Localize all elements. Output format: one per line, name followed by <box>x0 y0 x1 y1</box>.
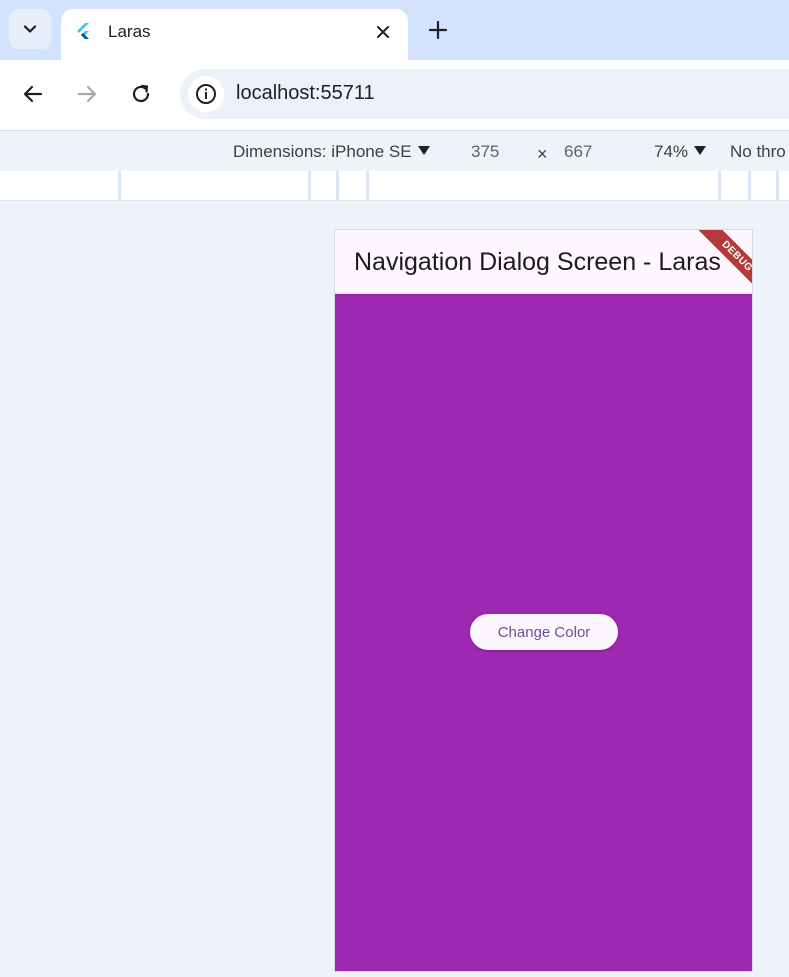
browser-toolbar: localhost:55711 <box>0 60 789 131</box>
ruler-segment[interactable] <box>748 171 751 200</box>
device-viewport: Navigation Dialog Screen - Laras DEBUG C… <box>335 230 752 971</box>
info-icon <box>196 84 216 104</box>
ruler-segment[interactable] <box>366 171 369 200</box>
zoom-label: 74% <box>654 142 689 161</box>
media-query-ruler <box>0 171 789 201</box>
arrow-back-icon <box>23 85 43 103</box>
ruler-segment[interactable] <box>336 171 339 200</box>
width-input[interactable]: 375 <box>471 142 499 162</box>
device-toolbar: Dimensions: iPhone SE 375 × 667 74% No t… <box>0 131 789 172</box>
app-title: Navigation Dialog Screen - Laras <box>354 248 721 276</box>
browser-tab[interactable]: Laras <box>61 9 408 61</box>
new-tab-button[interactable] <box>424 16 452 44</box>
height-input[interactable]: 667 <box>564 142 592 162</box>
chevron-down-icon <box>23 25 37 33</box>
tab-close-button[interactable] <box>370 19 396 45</box>
back-button[interactable] <box>16 77 50 111</box>
caret-down-icon <box>694 146 707 156</box>
zoom-dropdown[interactable]: 74% <box>654 142 707 162</box>
change-color-button[interactable]: Change Color <box>470 614 618 650</box>
reload-icon <box>132 84 150 103</box>
app-bar: Navigation Dialog Screen - Laras <box>335 230 752 294</box>
ruler-segment[interactable] <box>308 171 311 200</box>
address-bar[interactable]: localhost:55711 <box>180 69 789 119</box>
ruler-segment[interactable] <box>718 171 721 200</box>
reload-button[interactable] <box>124 77 158 111</box>
dimensions-dropdown[interactable]: Dimensions: iPhone SE <box>233 142 430 162</box>
times-icon: × <box>537 144 548 164</box>
dimensions-label: Dimensions: iPhone SE <box>233 142 412 161</box>
ruler-segment[interactable] <box>118 171 121 200</box>
caret-down-icon <box>417 146 430 156</box>
throttle-dropdown[interactable]: No thro <box>730 142 786 162</box>
tab-strip: Laras <box>0 0 789 61</box>
ruler-segment[interactable] <box>776 171 779 200</box>
site-info-button[interactable] <box>188 76 224 112</box>
close-icon <box>377 26 389 38</box>
forward-button[interactable] <box>70 77 104 111</box>
plus-icon <box>429 21 447 39</box>
url-text: localhost:55711 <box>236 82 375 104</box>
tab-search-button[interactable] <box>9 9 51 49</box>
flutter-icon <box>77 23 89 39</box>
tab-title: Laras <box>108 22 151 41</box>
arrow-forward-icon <box>77 85 97 103</box>
